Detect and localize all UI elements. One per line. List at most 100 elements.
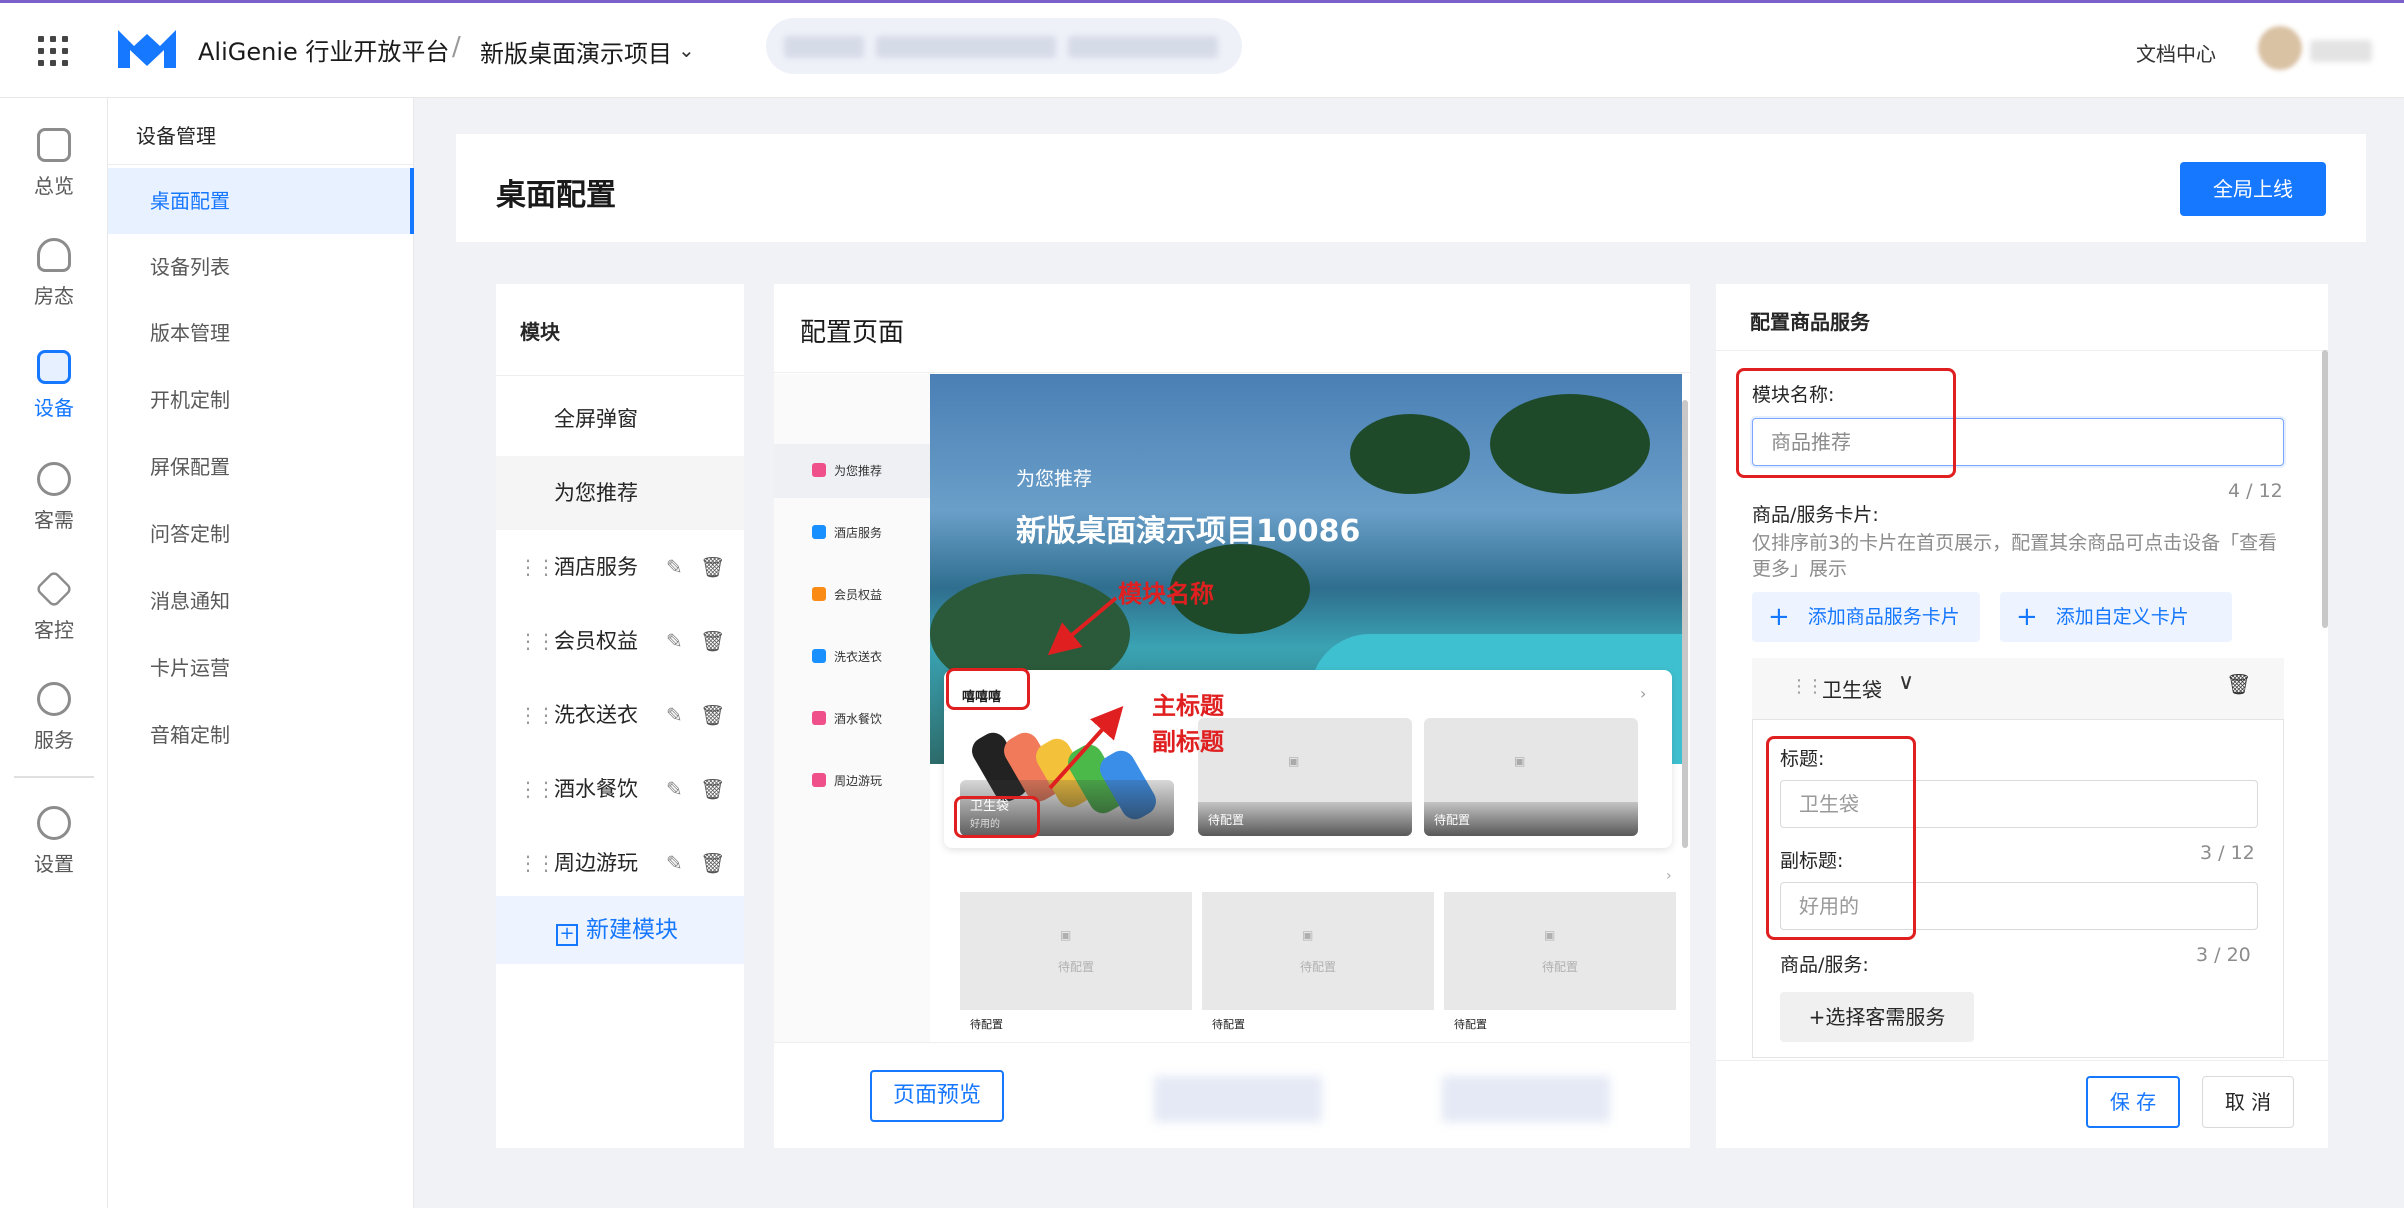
choose-service-button[interactable]: +选择客需服务	[1780, 992, 1974, 1042]
redacted-button[interactable]	[1154, 1076, 1322, 1122]
module-item[interactable]: ⋮⋮ 酒店服务 ✎ 🗑	[496, 530, 744, 604]
hero-subtitle: 为您推荐	[1016, 468, 1093, 490]
phone-nav-item[interactable]: 为您推荐	[812, 462, 882, 479]
travel-icon	[812, 773, 826, 787]
edit-icon[interactable]: ✎	[666, 826, 683, 900]
phone-nav-item[interactable]: 洗衣送衣	[812, 648, 882, 665]
add-custom-card-button[interactable]: + 添加自定义卡片	[2000, 592, 2232, 642]
nav-item-room-status[interactable]: 房态	[0, 238, 108, 338]
breadcrumb-separator: /	[452, 32, 461, 62]
save-button[interactable]: 保 存	[2086, 1076, 2180, 1128]
empty-tile[interactable]: ▣ 待配置	[1424, 718, 1638, 836]
phone-nav-item[interactable]: 周边游玩	[812, 772, 882, 789]
recommend-icon	[812, 463, 826, 477]
edit-icon[interactable]: ✎	[666, 604, 683, 678]
delete-icon[interactable]: 🗑	[700, 826, 725, 900]
image-placeholder-icon: ▣	[1514, 754, 1526, 768]
sub-item-device-list[interactable]: 设备列表	[108, 234, 414, 300]
drag-handle-icon[interactable]: ⋮⋮	[518, 678, 556, 752]
settings-icon	[37, 806, 71, 840]
module-panel-title: 模块	[496, 284, 744, 376]
module-item[interactable]: 为您推荐	[496, 456, 744, 530]
redacted-button[interactable]	[1442, 1076, 1610, 1122]
drag-handle-icon[interactable]: ⋮⋮	[518, 826, 556, 900]
edit-icon[interactable]: ✎	[666, 530, 683, 604]
drag-handle-icon[interactable]: ⋮⋮	[518, 530, 556, 604]
sub-item-screensaver[interactable]: 屏保配置	[108, 434, 414, 500]
nav-item-guest-control[interactable]: 客控	[0, 569, 108, 672]
cancel-button[interactable]: 取 消	[2202, 1076, 2294, 1128]
drag-handle-icon[interactable]: ⋮⋮	[518, 752, 556, 826]
chevron-down-icon[interactable]: ∨	[1898, 670, 1914, 695]
hotel-icon	[812, 525, 826, 539]
image-placeholder-icon: ▣	[1288, 754, 1300, 768]
guest-needs-icon	[37, 462, 71, 496]
sub-item-speaker[interactable]: 音箱定制	[108, 702, 414, 768]
module-item[interactable]: ⋮⋮ 洗衣送衣 ✎ 🗑	[496, 678, 744, 752]
goods-count: 3 / 20	[2196, 944, 2251, 966]
chevron-down-icon[interactable]: ⌄	[678, 38, 695, 62]
hero-title: 新版桌面演示项目10086	[1016, 514, 1361, 549]
service-scrollbar[interactable]	[2322, 350, 2328, 628]
divider	[108, 164, 414, 165]
sub-item-boot[interactable]: 开机定制	[108, 367, 414, 433]
module-item[interactable]: ⋮⋮ 酒水餐饮 ✎ 🗑	[496, 752, 744, 826]
search-bar-redacted[interactable]	[766, 18, 1242, 74]
plus-icon: +	[2016, 602, 2038, 632]
sub-item-version[interactable]: 版本管理	[108, 300, 414, 366]
sub-item-card-ops[interactable]: 卡片运营	[108, 635, 414, 701]
avatar[interactable]	[2258, 26, 2302, 70]
empty-tile[interactable]: ▣ 待配置 待配置	[960, 892, 1192, 1042]
chevron-right-icon: ›	[1666, 868, 1672, 884]
delete-icon[interactable]: 🗑	[700, 752, 725, 826]
delete-icon[interactable]: 🗑	[700, 604, 725, 678]
nav-item-settings[interactable]: 设置	[0, 806, 108, 906]
empty-tile[interactable]: ▣ 待配置 待配置	[1202, 892, 1434, 1042]
doc-center-link[interactable]: 文档中心	[2136, 38, 2216, 67]
phone-nav-item[interactable]: 会员权益	[812, 586, 882, 603]
nav-item-overview[interactable]: 总览	[0, 128, 108, 228]
cards-label: 商品/服务卡片:	[1752, 504, 1879, 526]
config-panel-title: 配置页面	[800, 318, 905, 348]
module-item[interactable]: ⋮⋮ 会员权益 ✎ 🗑	[496, 604, 744, 678]
sub-sidebar-title: 设备管理	[136, 124, 216, 148]
chevron-right-icon: ›	[1640, 684, 1647, 703]
delete-icon[interactable]: 🗑	[700, 678, 725, 752]
nav-item-device[interactable]: 设备	[0, 350, 108, 450]
nav-item-service[interactable]: 服务	[0, 682, 108, 782]
sub-item-desktop-config[interactable]: 桌面配置	[108, 168, 414, 234]
sub-item-notify[interactable]: 消息通知	[108, 568, 414, 634]
phone-nav-item[interactable]: 酒水餐饮	[812, 710, 882, 727]
sub-item-qa[interactable]: 问答定制	[108, 501, 414, 567]
edit-icon[interactable]: ✎	[666, 678, 683, 752]
new-module-button[interactable]: + 新建模块	[496, 896, 744, 964]
module-name-count: 4 / 12	[2228, 480, 2283, 502]
subtitle-count: 3 / 12	[2200, 842, 2255, 864]
edit-icon[interactable]: ✎	[666, 752, 683, 826]
module-item[interactable]: 全屏弹窗	[496, 382, 744, 456]
drag-handle-icon[interactable]: ⋮⋮	[1790, 676, 1824, 697]
publish-all-button[interactable]: 全局上线	[2180, 162, 2326, 216]
goods-label: 商品/服务:	[1780, 954, 1869, 976]
add-product-card-button[interactable]: + 添加商品服务卡片	[1752, 592, 1980, 642]
username-redacted[interactable]	[2310, 40, 2372, 62]
phone-nav-item[interactable]: 酒店服务	[812, 524, 882, 541]
device-icon	[37, 350, 71, 384]
grid-icon[interactable]	[38, 36, 68, 66]
room-status-icon	[37, 238, 71, 272]
empty-tile[interactable]: ▣ 待配置 待配置	[1444, 892, 1676, 1042]
annotation-arrows	[1047, 596, 1124, 790]
page-preview-button[interactable]: 页面预览	[870, 1070, 1004, 1122]
drinks-icon	[812, 711, 826, 725]
project-selector[interactable]: 新版桌面演示项目	[480, 34, 672, 69]
drag-handle-icon[interactable]: ⋮⋮	[518, 604, 556, 678]
preview-scrollbar[interactable]	[1682, 400, 1688, 848]
nav-item-guest-needs[interactable]: 客需	[0, 462, 108, 562]
delete-icon[interactable]: 🗑	[700, 530, 725, 604]
image-placeholder-icon: ▣	[1302, 928, 1314, 942]
image-placeholder-icon: ▣	[1060, 928, 1072, 942]
image-placeholder-icon: ▣	[1544, 928, 1556, 942]
delete-icon[interactable]: 🗑	[2226, 672, 2251, 696]
module-item[interactable]: ⋮⋮ 周边游玩 ✎ 🗑	[496, 826, 744, 900]
divider	[1716, 350, 2328, 351]
